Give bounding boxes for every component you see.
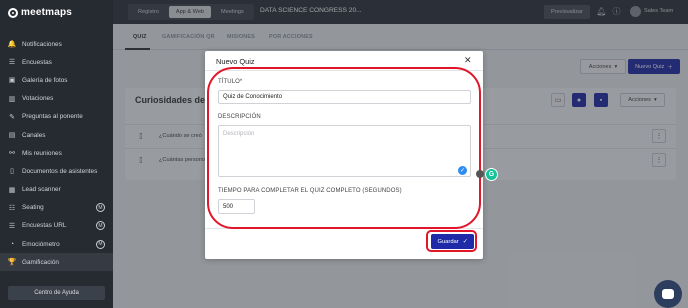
sidebar-item-canales[interactable]: ▤ Canales [0, 126, 113, 144]
sidebar-item-encuestas[interactable]: ☰ Encuestas [0, 53, 113, 71]
help-center-button[interactable]: Centro de Ayuda [8, 286, 105, 300]
sidebar-item-votaciones[interactable]: ▥ Votaciones [0, 90, 113, 108]
sidebar-item-emociómetro[interactable]: ◔ Emociómetro M [0, 235, 113, 253]
qr-icon: ▦ [8, 186, 16, 194]
sidebar-item-label: Lead scanner [22, 186, 61, 194]
sidebar-item-lead-scanner[interactable]: ▦ Lead scanner [0, 181, 113, 199]
question-icon: ✎ [9, 113, 15, 121]
sidebar-item-notificaciones[interactable]: 🔔 Notificaciones [0, 35, 113, 53]
sidebar-item-gamificación[interactable]: 🏆 Gamificación [0, 253, 113, 272]
sidebar-item-encuestas-url[interactable]: ☰ Encuestas URL M [0, 217, 113, 235]
document-icon: ▯ [10, 168, 14, 176]
channel-icon: ▤ [8, 132, 16, 140]
list-icon: ☰ [8, 59, 16, 67]
logo-text: meetmaps [21, 7, 73, 18]
meetings-icon: ⚯ [9, 150, 15, 158]
sidebar-item-label: Documentos de asistentes [22, 167, 98, 175]
sidebar-item-label: Mis reuniones [22, 149, 62, 157]
bell-icon: 🔔 [7, 41, 17, 49]
modal-title: Nuevo Quiz [216, 57, 255, 66]
image-icon: ▣ [8, 77, 16, 85]
sidebar-item-preguntas-al-ponente[interactable]: ✎ Preguntas al ponente [0, 108, 113, 126]
sidebar-item-label: Canales [22, 131, 46, 139]
module-badge: M [96, 239, 105, 249]
highlight-rectangle [426, 230, 477, 252]
module-badge: M [96, 221, 105, 231]
module-badge: M [96, 203, 105, 213]
chat-icon [662, 289, 674, 299]
sidebar: meetmaps 🔔 Notificaciones ☰ Encuestas ▣ Galer… [0, 0, 113, 308]
highlight-oval [207, 67, 481, 229]
list-icon: ☰ [8, 222, 16, 230]
sidebar-item-mis-reuniones[interactable]: ⚯ Mis reuniones [0, 144, 113, 162]
sidebar-item-label: Votaciones [22, 95, 54, 103]
chat-widget-button[interactable] [654, 280, 682, 308]
close-icon[interactable]: ✕ [464, 55, 472, 66]
sidebar-item-galería-de-fotos[interactable]: ▣ Galería de fotos [0, 71, 113, 89]
sidebar-item-label: Encuestas [22, 58, 52, 66]
extension-dot-icon[interactable] [476, 170, 484, 178]
grammarly-icon[interactable]: G [485, 168, 498, 181]
sidebar-item-label: Seating [22, 204, 44, 212]
sidebar-item-label: Encuestas URL [22, 222, 67, 230]
sidebar-item-label: Gamificación [22, 258, 59, 266]
sidebar-item-label: Galería de fotos [22, 76, 68, 84]
sidebar-item-seating[interactable]: ☷ Seating M [0, 199, 113, 217]
sidebar-item-label: Emociómetro [22, 240, 60, 248]
sidebar-item-label: Notificaciones [22, 40, 62, 48]
logo-icon [8, 7, 18, 18]
sidebar-item-documentos-de-asistentes[interactable]: ▯ Documentos de asistentes [0, 162, 113, 180]
sidebar-item-label: Preguntas al ponente [22, 113, 83, 121]
trophy-icon: 🏆 [7, 259, 17, 267]
emotion-icon: ◔ [9, 240, 15, 248]
chart-icon: ▥ [8, 95, 16, 103]
sidebar-nav: 🔔 Notificaciones ☰ Encuestas ▣ Galería de fot… [0, 35, 113, 272]
app-logo[interactable]: meetmaps [8, 7, 72, 18]
seating-icon: ☷ [8, 204, 16, 212]
